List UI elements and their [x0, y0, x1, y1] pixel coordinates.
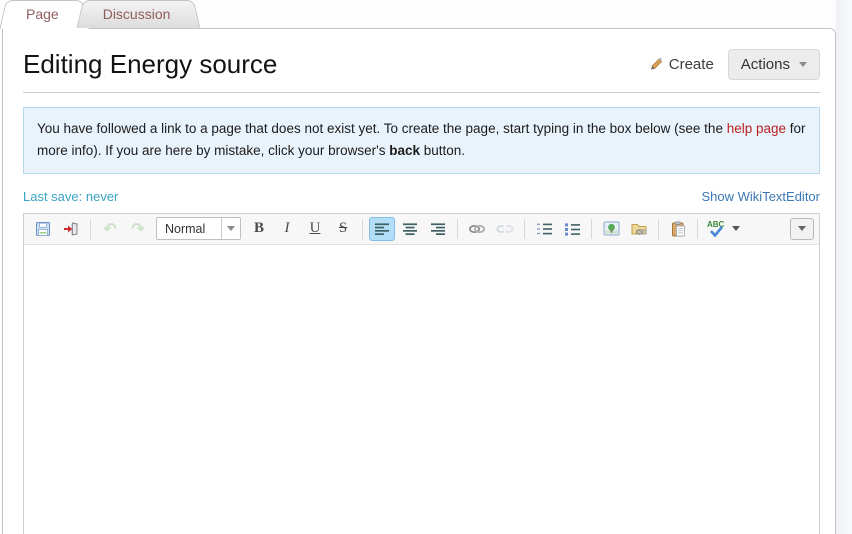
chevron-down-icon	[798, 226, 806, 231]
align-right-icon[interactable]	[425, 217, 451, 241]
numbered-list-icon[interactable]	[531, 217, 557, 241]
last-save-link[interactable]: Last save: never	[23, 189, 118, 204]
toolbar-separator	[591, 219, 592, 239]
actions-button[interactable]: Actions	[728, 49, 820, 80]
chevron-down-icon	[732, 226, 740, 231]
tab-page[interactable]: Page	[6, 0, 83, 28]
editor-toolbar: ↶ ↷ Normal B I U S	[24, 214, 819, 245]
paste-icon[interactable]	[665, 217, 691, 241]
undo-icon[interactable]: ↶	[97, 217, 123, 241]
help-page-link[interactable]: help page	[727, 121, 786, 136]
toolbar-separator	[457, 219, 458, 239]
notice-box: You have followed a link to a page that …	[23, 107, 820, 174]
toolbar-separator	[658, 219, 659, 239]
editor-content-area[interactable]	[24, 245, 819, 534]
strikethrough-button[interactable]: S	[330, 217, 356, 241]
pencil-icon	[649, 55, 664, 74]
spellcheck-icon[interactable]: ABC	[704, 217, 742, 241]
wysiwyg-editor: ↶ ↷ Normal B I U S	[23, 213, 820, 534]
save-icon[interactable]	[30, 217, 56, 241]
status-row: Last save: never Show WikiTextEditor	[23, 189, 820, 204]
collapse-toolbar-icon[interactable]	[790, 218, 814, 240]
notice-text: button.	[420, 143, 465, 158]
chevron-down-icon	[799, 62, 807, 67]
tab-bar: Page Discussion	[0, 0, 852, 28]
redo-icon[interactable]: ↷	[125, 217, 151, 241]
link-icon[interactable]	[464, 217, 490, 241]
italic-button[interactable]: I	[274, 217, 300, 241]
notice-text: You have followed a link to a page that …	[37, 121, 727, 136]
align-left-icon[interactable]	[369, 217, 395, 241]
tab-discussion[interactable]: Discussion	[83, 0, 195, 28]
exit-icon[interactable]	[58, 217, 84, 241]
create-button[interactable]: Create	[649, 55, 714, 74]
toolbar-separator	[697, 219, 698, 239]
content-panel: Editing Energy source Create Actions You…	[2, 28, 836, 534]
underline-button[interactable]: U	[302, 217, 328, 241]
page-title: Editing Energy source	[23, 49, 277, 80]
toolbar-separator	[90, 219, 91, 239]
bulleted-list-icon[interactable]	[559, 217, 585, 241]
actions-label: Actions	[741, 56, 790, 73]
combo-arrow[interactable]	[221, 218, 240, 239]
page-background-gutter	[836, 0, 852, 534]
image-icon[interactable]	[598, 217, 624, 241]
toolbar-separator	[524, 219, 525, 239]
paragraph-format-combo[interactable]: Normal	[156, 217, 241, 240]
title-row: Editing Energy source Create Actions	[23, 49, 820, 93]
unlink-icon[interactable]	[492, 217, 518, 241]
bold-button[interactable]: B	[246, 217, 272, 241]
attachment-icon[interactable]	[626, 217, 652, 241]
toolbar-separator	[362, 219, 363, 239]
align-center-icon[interactable]	[397, 217, 423, 241]
chevron-down-icon	[227, 226, 235, 231]
show-wikitexteditor-link[interactable]: Show WikiTextEditor	[702, 189, 820, 204]
create-label: Create	[669, 56, 714, 73]
notice-bold-back: back	[389, 143, 420, 158]
format-value: Normal	[157, 222, 221, 236]
